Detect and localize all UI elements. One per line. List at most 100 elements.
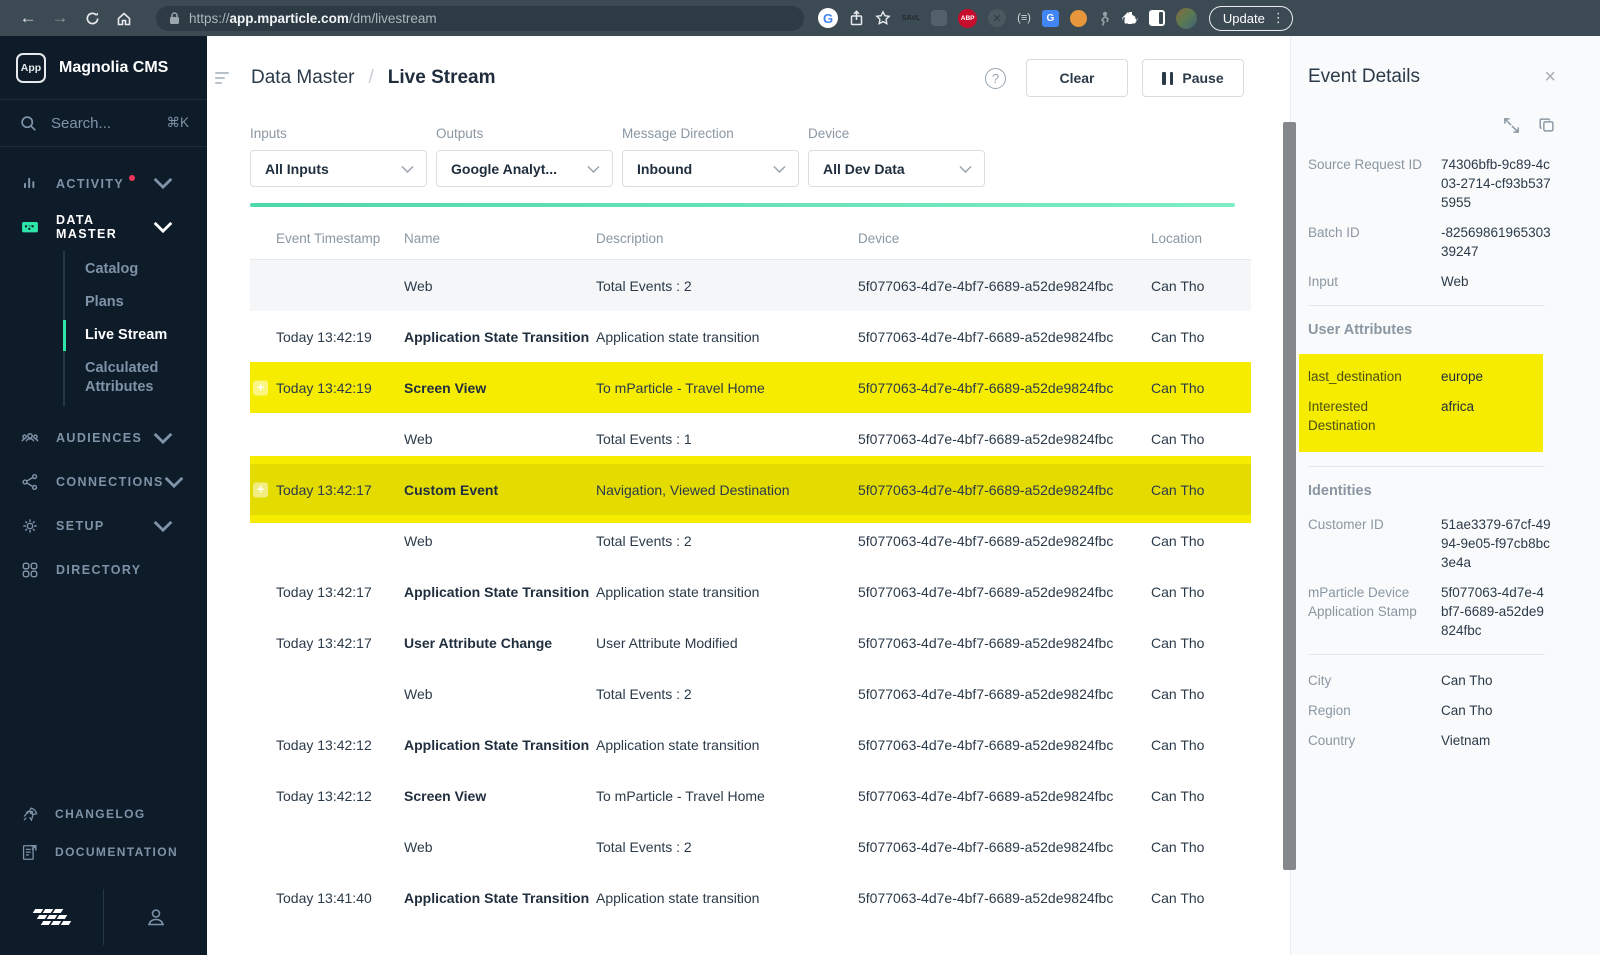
- event-name-cell: Web: [404, 838, 433, 855]
- table-row[interactable]: + Today 13:42:12 Screen View To mParticl…: [250, 770, 1251, 821]
- outputs-filter: Outputs Google Analyt...: [436, 126, 613, 187]
- google-icon[interactable]: G: [818, 8, 838, 28]
- breadcrumb-parent[interactable]: Data Master: [251, 67, 354, 89]
- table-row[interactable]: + Today 13:42:19 Screen View To mParticl…: [250, 362, 1251, 413]
- inputs-select[interactable]: All Inputs: [250, 150, 427, 187]
- message-direction-filter: Message Direction Inbound: [622, 126, 799, 187]
- main-content: Data Master / Live Stream ? Clear Pause …: [207, 36, 1290, 955]
- browser-menu-icon[interactable]: ⋮: [1272, 10, 1285, 26]
- sidebar-item-changelog[interactable]: CHANGELOG: [0, 795, 207, 833]
- event-timestamp-cell: + Today 13:42:19: [250, 380, 404, 396]
- event-name-cell: Web: [404, 685, 433, 702]
- pause-button[interactable]: Pause: [1142, 59, 1244, 97]
- back-icon[interactable]: ←: [12, 8, 44, 28]
- event-name-cell: Screen View: [404, 379, 487, 396]
- copy-icon[interactable]: [1538, 116, 1556, 134]
- chrome-update-button[interactable]: Update ⋮: [1208, 5, 1293, 31]
- chevron-down-icon[interactable]: [153, 516, 173, 536]
- search-placeholder: Search...: [51, 114, 112, 132]
- table-row[interactable]: + Today 13:41:40 Application State Trans…: [250, 872, 1251, 923]
- sidebar-item-connections[interactable]: CONNECTIONS: [0, 460, 207, 504]
- sidebar-item-data-master[interactable]: DATA MASTER: [0, 205, 207, 249]
- google-translate-icon[interactable]: G: [1041, 9, 1059, 27]
- event-location-cell: Can Tho: [1151, 838, 1205, 855]
- sidebar-item-documentation[interactable]: DOCUMENTATION: [0, 833, 207, 871]
- sidebar-item-setup[interactable]: SETUP: [0, 504, 207, 548]
- sidebar-item-live-stream[interactable]: Live Stream: [63, 319, 189, 352]
- outputs-select[interactable]: Google Analyt...: [436, 150, 613, 187]
- device-select[interactable]: All Dev Data: [808, 150, 985, 187]
- selected-value: Inbound: [637, 160, 693, 177]
- event-description-cell: Total Events : 2: [596, 685, 692, 702]
- expand-plus-icon[interactable]: +: [253, 380, 268, 395]
- sidebar-item-label: DATA MASTER: [56, 213, 118, 241]
- forward-icon[interactable]: →: [44, 8, 76, 28]
- clear-button[interactable]: Clear: [1026, 59, 1128, 97]
- reload-icon[interactable]: [76, 8, 108, 28]
- event-device-cell: 5f077063-4d7e-4bf7-6689-a52de9824fbc: [858, 685, 1114, 702]
- expand-plus-icon[interactable]: +: [253, 788, 268, 803]
- lock-icon[interactable]: [169, 11, 180, 25]
- chevron-down-icon[interactable]: [164, 472, 184, 492]
- table-row[interactable]: + Today 13:42:19 Application State Trans…: [250, 311, 1251, 362]
- extension-row: G SAVL ABP ✕ (≡) G: [818, 7, 1197, 29]
- event-name-cell: Screen View: [404, 787, 487, 804]
- vertical-scrollbar[interactable]: [1283, 122, 1296, 870]
- sidebar-item-activity[interactable]: ACTIVITY: [0, 161, 207, 205]
- share-icon[interactable]: [849, 10, 864, 26]
- sidebar-item-plans[interactable]: Plans: [85, 286, 189, 319]
- workspace-header[interactable]: App Magnolia CMS: [0, 36, 207, 100]
- address-bar[interactable]: https://app.mparticle.com/dm/livestream: [156, 5, 804, 31]
- table-row[interactable]: + Today 13:42:12 Application State Trans…: [250, 719, 1251, 770]
- field-label: Batch ID: [1308, 225, 1360, 240]
- data-master-icon: [22, 222, 38, 233]
- table-row[interactable]: + Web Total Events : 2 5f077063-4d7e-4bf…: [250, 668, 1251, 719]
- table-row[interactable]: + Web Total Events : 2 5f077063-4d7e-4bf…: [250, 821, 1251, 872]
- search-shortcut: ⌘K: [166, 115, 189, 130]
- livestream-content: Inputs All Inputs Outputs Google Analyt.…: [207, 126, 1290, 923]
- event-location-cell: Can Tho: [1151, 277, 1205, 294]
- chevron-down-icon[interactable]: [153, 217, 173, 237]
- user-account-button[interactable]: [104, 905, 207, 929]
- home-icon[interactable]: [108, 8, 140, 28]
- collapse-filters-icon[interactable]: [215, 72, 231, 84]
- column-description: Description: [596, 231, 664, 246]
- sidebar-search-input[interactable]: Search... ⌘K: [0, 100, 207, 147]
- expand-icon[interactable]: [1502, 116, 1521, 135]
- sidebar-item-catalog[interactable]: Catalog: [85, 253, 189, 286]
- sidebar-item-directory[interactable]: DIRECTORY: [0, 548, 207, 592]
- section-divider: [1308, 466, 1545, 467]
- close-icon[interactable]: ×: [1544, 67, 1556, 87]
- cookie-extension-icon[interactable]: [1069, 9, 1087, 27]
- panel-toolbar: [1291, 88, 1600, 135]
- help-icon[interactable]: ?: [985, 67, 1006, 89]
- figure-extension-icon[interactable]: [1098, 11, 1111, 26]
- bookmark-star-icon[interactable]: [875, 10, 891, 26]
- adblock-plus-icon[interactable]: ABP: [958, 8, 978, 28]
- table-row[interactable]: + Today 13:42:17 Custom Event Navigation…: [250, 464, 1251, 515]
- mparticle-logo-glyph: [32, 909, 71, 925]
- extensions-puzzle-icon[interactable]: [1121, 10, 1138, 26]
- chevron-down-icon[interactable]: [153, 173, 173, 193]
- table-row[interactable]: + Today 13:42:17 Application State Trans…: [250, 566, 1251, 617]
- sidebar-item-label: CHANGELOG: [55, 807, 146, 821]
- chevron-down-icon[interactable]: [153, 428, 173, 448]
- extension-paren-icon[interactable]: (≡): [1017, 12, 1031, 24]
- column-device: Device: [858, 231, 900, 246]
- table-row[interactable]: + Web Total Events : 2 5f077063-4d7e-4bf…: [250, 260, 1251, 311]
- profile-avatar[interactable]: [1175, 7, 1197, 29]
- sidebar-item-audiences[interactable]: AUDIENCES: [0, 416, 207, 460]
- expand-plus-icon[interactable]: +: [253, 482, 268, 497]
- sidebar-item-calculated-attributes[interactable]: Calculated Attributes: [85, 352, 189, 404]
- side-panel-icon[interactable]: [1148, 10, 1165, 26]
- message-direction-select[interactable]: Inbound: [622, 150, 799, 187]
- event-timestamp-cell: + Today 13:41:40: [276, 889, 372, 906]
- extension-disabled-icon[interactable]: ✕: [988, 9, 1007, 27]
- extension-robot-icon[interactable]: [931, 10, 948, 26]
- table-row[interactable]: + Today 13:42:17 User Attribute Change U…: [250, 617, 1251, 668]
- event-device-cell: 5f077063-4d7e-4bf7-6689-a52de9824fbc: [858, 736, 1114, 753]
- mparticle-logo[interactable]: [0, 909, 103, 925]
- extension-savl-icon[interactable]: SAVL: [902, 15, 920, 22]
- chevron-down-icon: [773, 165, 786, 173]
- sidebar-item-label: CONNECTIONS: [56, 475, 164, 489]
